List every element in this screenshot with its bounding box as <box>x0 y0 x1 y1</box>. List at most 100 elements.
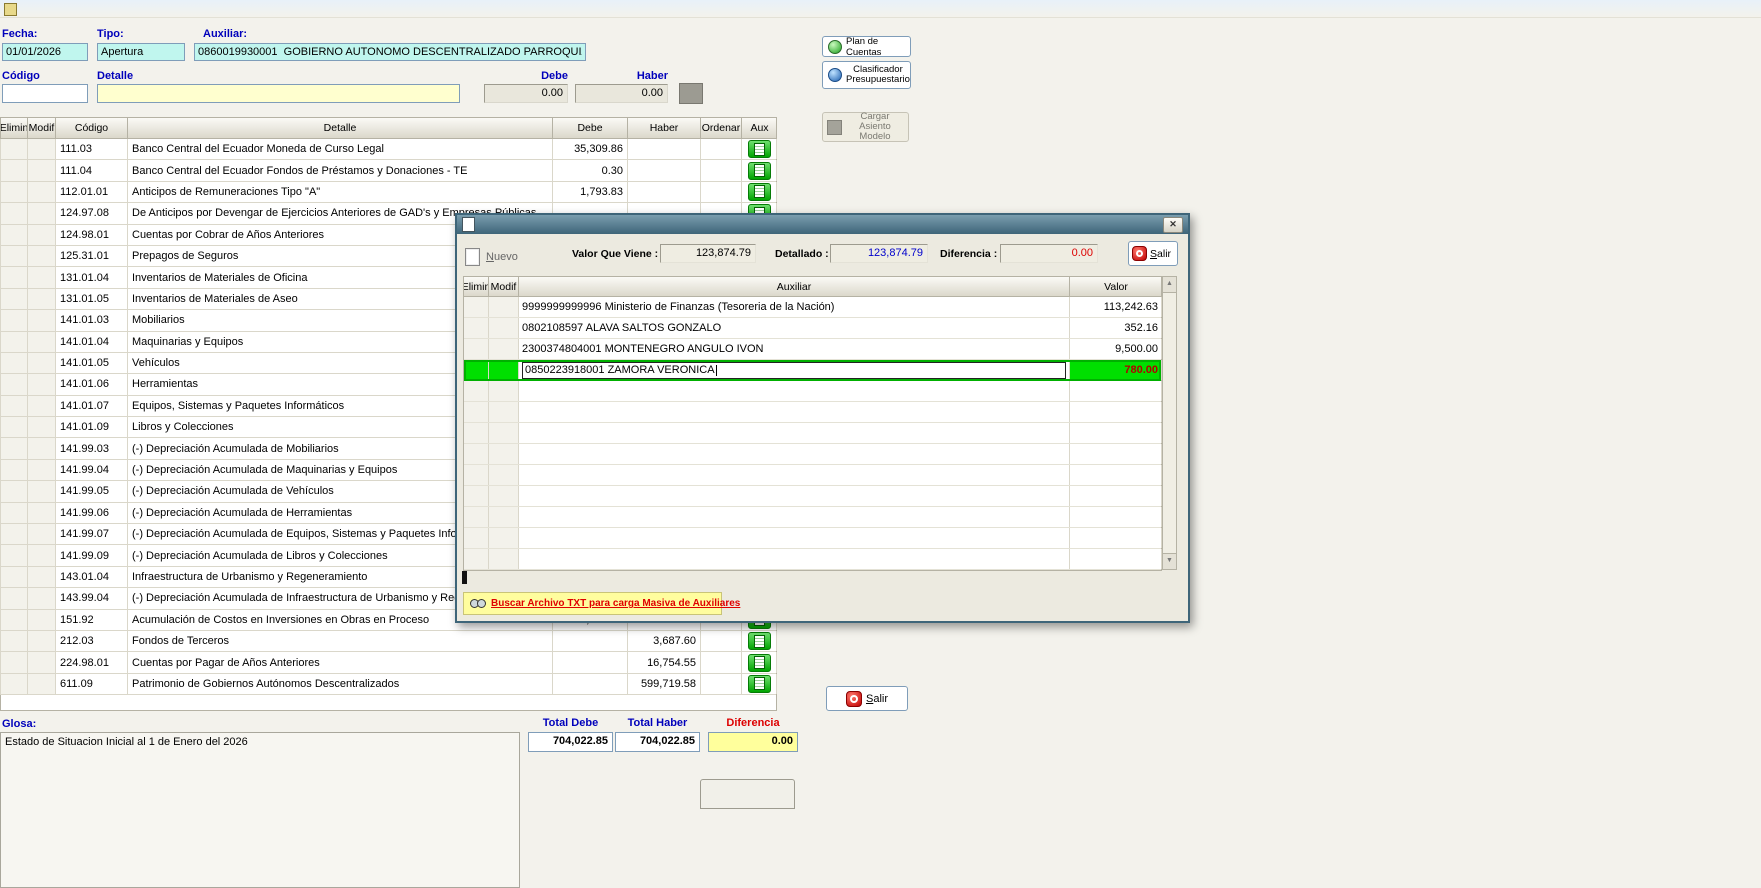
modif-cell[interactable] <box>489 318 519 338</box>
modif-cell[interactable] <box>489 360 519 380</box>
modif-cell[interactable] <box>489 444 519 464</box>
elimin-cell[interactable] <box>1 503 28 523</box>
modif-cell[interactable] <box>28 631 56 651</box>
elimin-cell[interactable] <box>1 674 28 694</box>
modif-cell[interactable] <box>28 374 56 394</box>
elimin-cell[interactable] <box>1 631 28 651</box>
elimin-cell[interactable] <box>1 246 28 266</box>
modif-cell[interactable] <box>28 332 56 352</box>
modif-cell[interactable] <box>28 289 56 309</box>
elimin-cell[interactable] <box>1 417 28 437</box>
elimin-cell[interactable] <box>464 402 489 422</box>
plan-de-cuentas-button[interactable]: Plan de Cuentas <box>822 36 911 57</box>
modif-cell[interactable] <box>28 160 56 180</box>
aux-button[interactable] <box>748 162 771 180</box>
elimin-cell[interactable] <box>1 160 28 180</box>
fecha-input[interactable] <box>2 43 88 61</box>
elimin-cell[interactable] <box>1 225 28 245</box>
modif-cell[interactable] <box>28 481 56 501</box>
elimin-cell[interactable] <box>464 486 489 506</box>
elimin-cell[interactable] <box>1 289 28 309</box>
account-row[interactable]: 111.04Banco Central del Ecuador Fondos d… <box>1 160 776 181</box>
elimin-cell[interactable] <box>464 318 489 338</box>
auxiliar-input[interactable] <box>194 43 586 61</box>
codigo-input[interactable] <box>2 84 88 103</box>
elimin-cell[interactable] <box>464 444 489 464</box>
aux-button[interactable] <box>748 632 771 650</box>
elimin-cell[interactable] <box>1 310 28 330</box>
glosa-textarea[interactable]: Estado de Situacion Inicial al 1 de Ener… <box>0 732 520 888</box>
elimin-cell[interactable] <box>1 182 28 202</box>
aux-button[interactable] <box>748 675 771 693</box>
partial-bottom-button[interactable] <box>700 779 795 809</box>
elimin-cell[interactable] <box>1 588 28 608</box>
modif-cell[interactable] <box>28 310 56 330</box>
modif-cell[interactable] <box>28 396 56 416</box>
dialog-vertical-scrollbar[interactable]: ▲ ▼ <box>1162 276 1177 570</box>
tipo-input[interactable] <box>97 43 185 61</box>
clasificador-presupuestario-button[interactable]: Clasificador Presupuestario <box>822 61 911 89</box>
elimin-cell[interactable] <box>464 360 489 380</box>
elimin-cell[interactable] <box>1 610 28 630</box>
modif-cell[interactable] <box>28 610 56 630</box>
auxiliar-row[interactable]: 9999999999996 Ministerio de Finanzas (Te… <box>464 297 1161 318</box>
auxiliar-edit-input[interactable]: 0850223918001 ZAMORA VERONICA <box>522 362 1066 379</box>
modif-cell[interactable] <box>489 528 519 548</box>
elimin-cell[interactable] <box>1 545 28 565</box>
account-row[interactable]: 611.09Patrimonio de Gobiernos Autónomos … <box>1 674 776 695</box>
detalle-input[interactable] <box>97 84 460 103</box>
elimin-cell[interactable] <box>1 374 28 394</box>
modif-cell[interactable] <box>489 339 519 359</box>
elimin-cell[interactable] <box>464 465 489 485</box>
modif-cell[interactable] <box>28 460 56 480</box>
elimin-cell[interactable] <box>1 567 28 587</box>
elimin-cell[interactable] <box>1 139 28 159</box>
modif-cell[interactable] <box>28 182 56 202</box>
modif-cell[interactable] <box>28 503 56 523</box>
elimin-cell[interactable] <box>464 528 489 548</box>
elimin-cell[interactable] <box>464 297 489 317</box>
elimin-cell[interactable] <box>1 460 28 480</box>
elimin-cell[interactable] <box>1 481 28 501</box>
elimin-cell[interactable] <box>1 203 28 223</box>
cargar-asiento-modelo-button[interactable]: Cargar Asiento Modelo <box>822 112 909 142</box>
elimin-cell[interactable] <box>464 507 489 527</box>
elimin-cell[interactable] <box>1 353 28 373</box>
modif-cell[interactable] <box>28 588 56 608</box>
elimin-cell[interactable] <box>1 524 28 544</box>
aux-button[interactable] <box>748 183 771 201</box>
modif-cell[interactable] <box>28 139 56 159</box>
modif-cell[interactable] <box>28 417 56 437</box>
elimin-cell[interactable] <box>464 381 489 401</box>
nuevo-button[interactable]: Nuevo <box>465 243 531 270</box>
account-row[interactable]: 224.98.01Cuentas por Pagar de Años Anter… <box>1 652 776 673</box>
modif-cell[interactable] <box>28 545 56 565</box>
account-row[interactable]: 111.03Banco Central del Ecuador Moneda d… <box>1 139 776 160</box>
modif-cell[interactable] <box>28 674 56 694</box>
elimin-cell[interactable] <box>1 332 28 352</box>
modif-cell[interactable] <box>489 402 519 422</box>
auxiliar-row[interactable]: 2300374804001 MONTENEGRO ANGULO IVON9,50… <box>464 339 1161 360</box>
modif-cell[interactable] <box>28 225 56 245</box>
modif-cell[interactable] <box>28 567 56 587</box>
auxiliar-row[interactable]: 0802108597 ALAVA SALTOS GONZALO352.16 <box>464 318 1161 339</box>
modif-cell[interactable] <box>489 507 519 527</box>
modif-cell[interactable] <box>489 549 519 569</box>
elimin-cell[interactable] <box>1 396 28 416</box>
auxiliar-row[interactable]: 0850223918001 ZAMORA VERONICA780.00 <box>464 360 1161 381</box>
dialog-salir-button[interactable]: Salir <box>1128 241 1178 266</box>
elimin-cell[interactable] <box>464 423 489 443</box>
buscar-txt-button[interactable]: Buscar Archivo TXT para carga Masiva de … <box>463 592 722 615</box>
elimin-cell[interactable] <box>1 267 28 287</box>
scroll-down-arrow[interactable]: ▼ <box>1163 553 1176 569</box>
account-row[interactable]: 112.01.01Anticipos de Remuneraciones Tip… <box>1 182 776 203</box>
elimin-cell[interactable] <box>1 652 28 672</box>
gray-action-button[interactable] <box>679 83 703 104</box>
auxiliar-cell[interactable]: 0850223918001 ZAMORA VERONICA <box>519 360 1070 380</box>
modif-cell[interactable] <box>28 524 56 544</box>
elimin-cell[interactable] <box>464 549 489 569</box>
elimin-cell[interactable] <box>1 438 28 458</box>
modif-cell[interactable] <box>28 267 56 287</box>
modif-cell[interactable] <box>28 203 56 223</box>
salir-button[interactable]: Salir <box>826 686 908 711</box>
